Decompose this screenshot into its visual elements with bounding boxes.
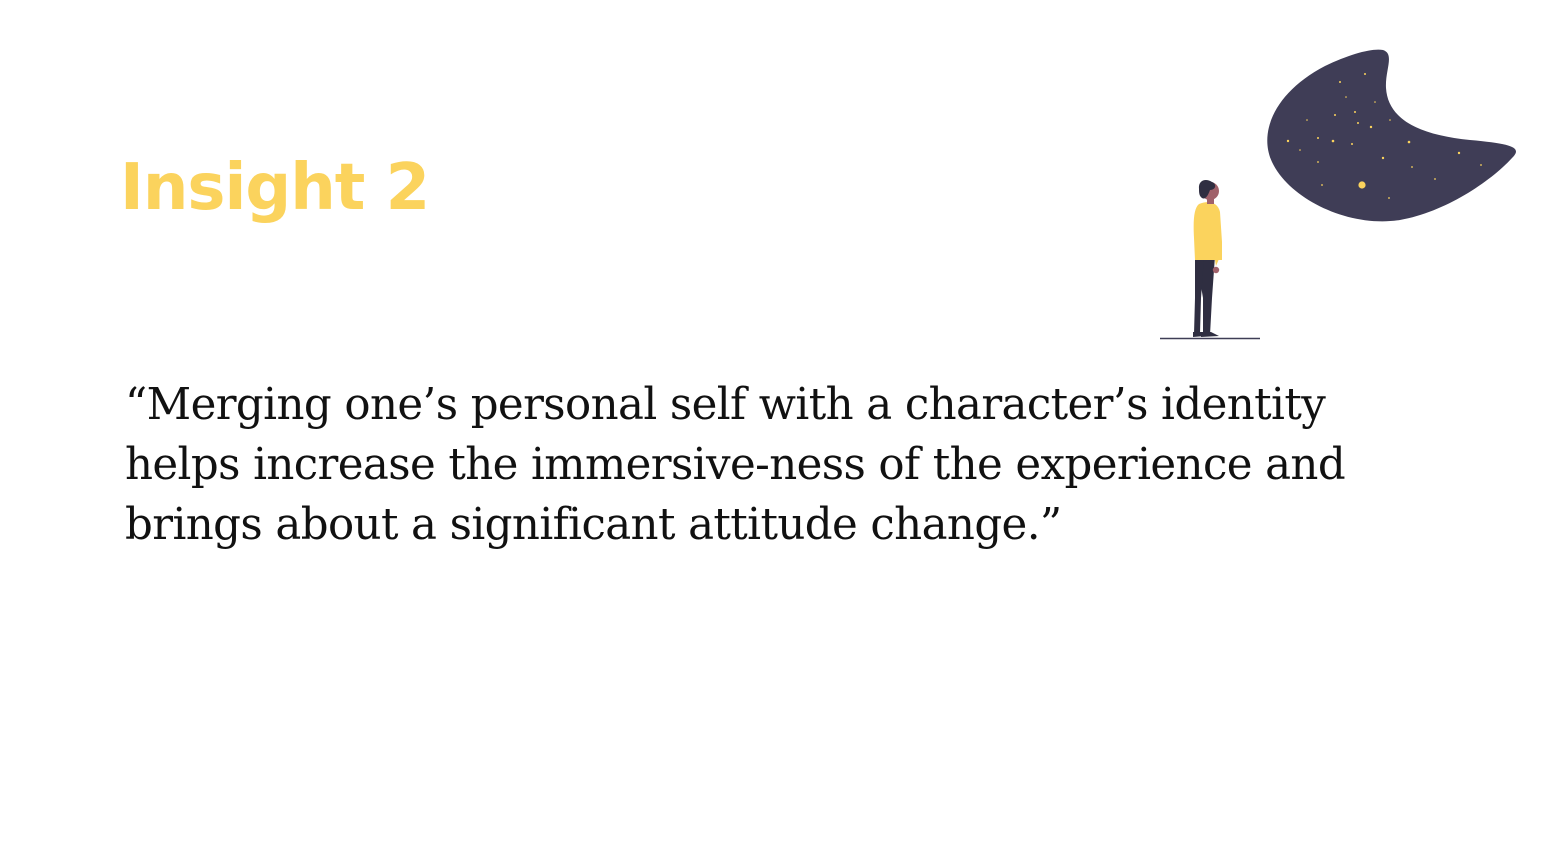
person-looking-at-night-sky-icon (1160, 49, 1516, 340)
slide-title: Insight 2 (120, 151, 430, 225)
quote-line: helps increase the immersive-ness of the… (125, 440, 1346, 490)
slide: Insight 2 “Merging one’s personal self w… (0, 0, 1557, 866)
quote-line: brings about a significant attitude chan… (125, 500, 1062, 550)
insight-quote: “Merging one’s personal self with a char… (125, 375, 1425, 555)
quote-line: “Merging one’s personal self with a char… (125, 380, 1326, 430)
person-figure (1160, 180, 1260, 340)
night-sky-blob (1267, 49, 1516, 222)
